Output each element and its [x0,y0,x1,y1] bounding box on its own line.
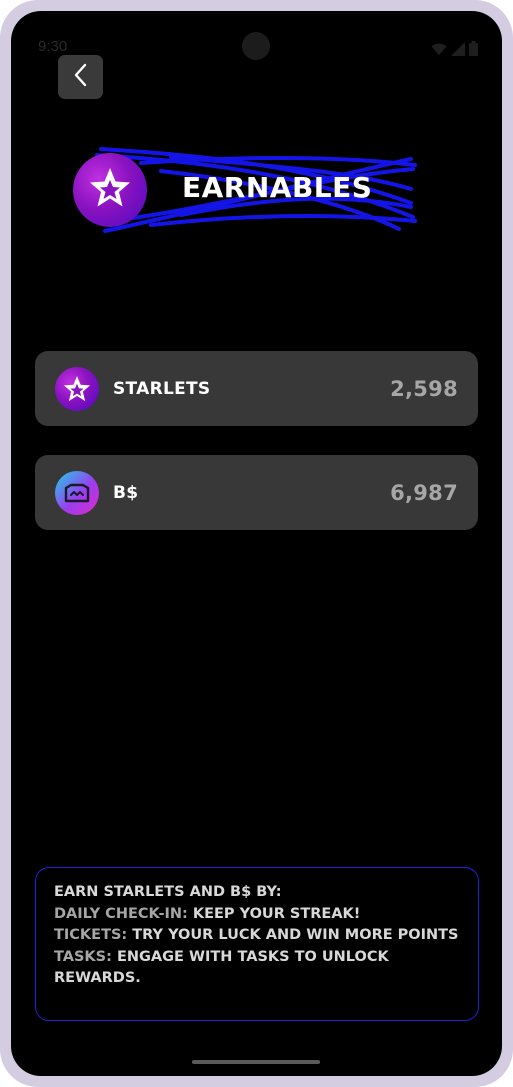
status-bar: 9:30 [11,11,502,60]
info-item-tasks: TASKS: ENGAGE WITH TASKS TO UNLOCK REWAR… [54,947,460,990]
page-header: EARNABLES [71,141,417,233]
starlets-icon [55,366,99,411]
chevron-left-icon [74,63,88,92]
info-heading: EARN STARLETS AND B$ BY: [54,884,282,900]
info-item-daily-check-in: DAILY CHECK-IN: KEEP YOUR STREAK! [54,904,460,926]
bs-value: 6,987 [390,480,458,505]
back-button[interactable] [58,55,103,99]
bs-coin-icon [55,470,99,515]
info-key: DAILY CHECK-IN: [54,905,188,922]
device-frame: 9:30 EARNABLES STARLETS 2,598 B$ 6,987 E… [0,0,513,1087]
info-key: TASKS: [54,948,112,965]
starlets-balance-card[interactable]: STARLETS 2,598 [35,351,478,426]
app-screen: 9:30 EARNABLES STARLETS 2,598 B$ 6,987 E… [11,11,502,1076]
wifi-icon [431,43,447,56]
page-title: EARNABLES [182,171,373,204]
starlets-label: STARLETS [113,378,211,399]
status-time: 9:30 [38,38,68,55]
info-value: KEEP YOUR STREAK! [192,905,361,922]
info-item-tickets: TICKETS: TRY YOUR LUCK AND WIN MORE POIN… [54,925,460,947]
earnables-logo [73,153,147,227]
home-indicator[interactable] [192,1060,320,1064]
info-key: TICKETS: [54,927,128,943]
info-value: TRY YOUR LUCK AND WIN MORE POINTS [132,927,459,943]
signal-icon [451,42,465,56]
bs-balance-card[interactable]: B$ 6,987 [35,455,478,530]
star-badge-icon [87,165,133,216]
battery-icon [469,41,478,56]
starlets-value: 2,598 [390,376,458,401]
front-camera [242,32,270,60]
earn-info-box: EARN STARLETS AND B$ BY: DAILY CHECK-IN:… [35,867,479,1021]
status-icons [431,41,478,56]
bs-label: B$ [113,482,139,503]
